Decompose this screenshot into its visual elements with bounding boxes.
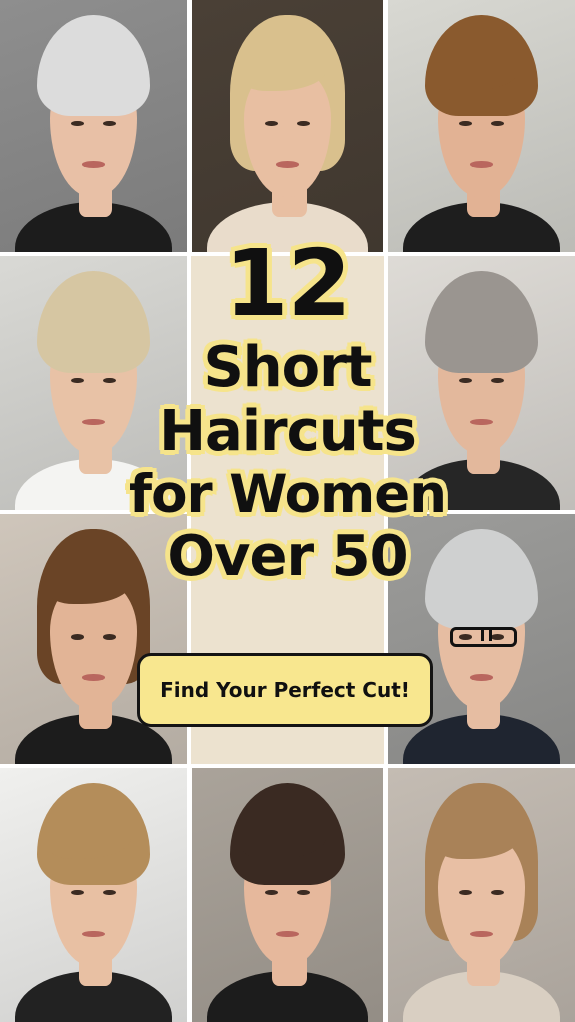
headline-line-2: Haircuts	[159, 399, 417, 464]
glasses-icon	[449, 626, 518, 647]
portrait-lips	[470, 674, 493, 681]
portrait-lips	[276, 930, 299, 938]
find-your-cut-button[interactable]: Find Your Perfect Cut!	[137, 653, 433, 727]
headline-line-1: Short	[203, 335, 372, 400]
portrait-right-eye	[102, 634, 116, 640]
portrait-brown-pixie	[388, 0, 575, 252]
portrait-lips	[82, 674, 105, 681]
headline-line-4: Over 50	[167, 524, 408, 589]
portrait-lips	[82, 930, 105, 938]
portrait-lips	[470, 930, 493, 938]
headline-line-3: for Women	[129, 464, 447, 525]
portrait-left-eye	[71, 634, 85, 640]
headline: 12 Short Haircuts for Women Over 50	[0, 238, 575, 585]
portrait-silver-pixie	[0, 0, 187, 252]
portrait-blonde-bob	[192, 0, 383, 252]
headline-number: 12	[224, 230, 351, 337]
portrait-lips	[82, 161, 105, 168]
portrait-highlighted-bob	[388, 768, 575, 1022]
portrait-lips	[470, 161, 493, 168]
portrait-lips	[276, 161, 299, 168]
portrait-dark-layered-pixie	[192, 768, 383, 1022]
portrait-tousled-blonde-pixie	[0, 768, 187, 1022]
